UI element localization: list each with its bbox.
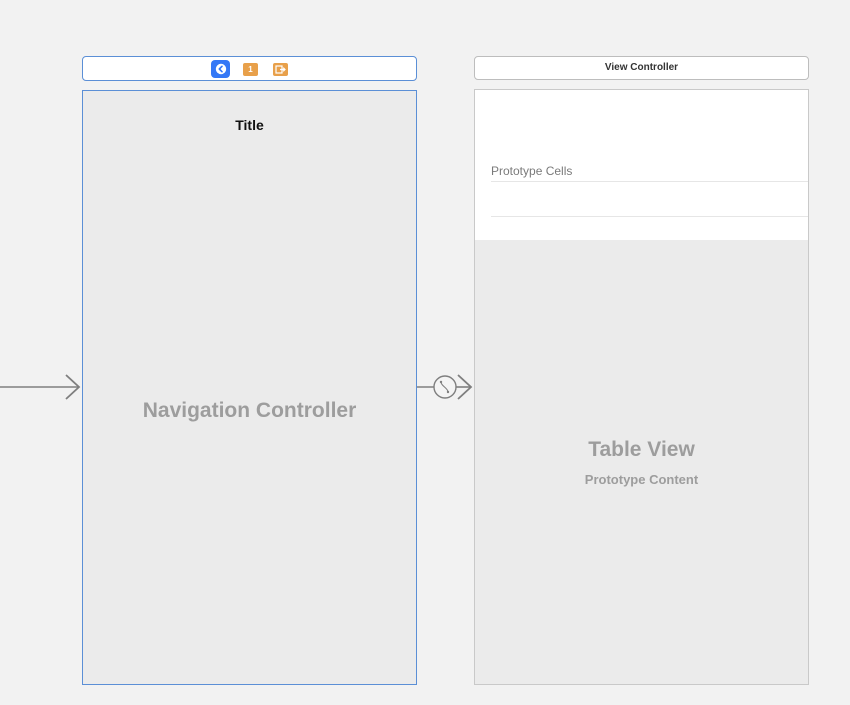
relationship-segue-icon[interactable] bbox=[417, 374, 473, 400]
scene-connections bbox=[0, 374, 473, 400]
entry-point-arrow-icon[interactable] bbox=[0, 374, 81, 400]
